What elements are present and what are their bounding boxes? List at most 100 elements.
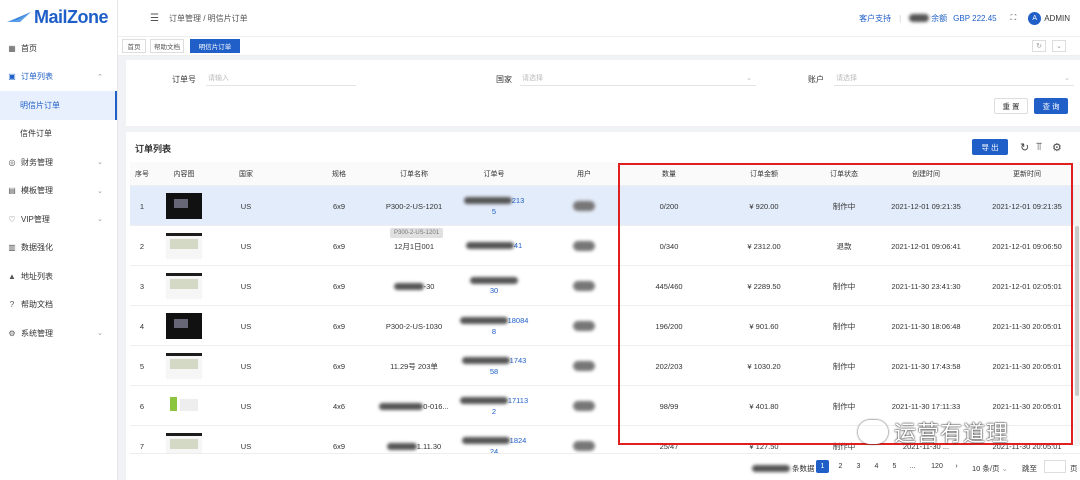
- sidebar-item-8[interactable]: ▲ 地址列表: [0, 262, 117, 291]
- menu-toggle-icon[interactable]: ☰: [150, 13, 159, 24]
- col-quantity-header: 数量: [662, 171, 676, 178]
- chevron-up-icon: ⌃: [97, 73, 103, 81]
- content-thumbnail[interactable]: [166, 393, 202, 419]
- sidebar-item-10[interactable]: ⚙ 系统管理 ⌄: [0, 319, 117, 348]
- updated-time: 2021-11-30 20:05:01: [992, 361, 1062, 371]
- col-order-no: 213 5: [454, 186, 534, 226]
- col-image-header: 内容图: [173, 171, 195, 178]
- submenu-item-2[interactable]: 明信片订单: [0, 91, 117, 120]
- row-index: 7: [139, 441, 145, 451]
- content-thumbnail[interactable]: [166, 273, 202, 299]
- col-size: 6x9: [304, 186, 374, 226]
- column-height-icon[interactable]: ⫪: [1036, 141, 1042, 154]
- data-icon: ▥: [8, 243, 16, 253]
- page-size-select[interactable]: 10 条/页 ⌄: [972, 462, 1008, 474]
- order-no-link[interactable]: 17113 2: [459, 396, 528, 416]
- country-value: US: [240, 441, 252, 451]
- content-thumbnail[interactable]: [166, 233, 202, 259]
- table-row[interactable]: 3 US 6x9 -30 30 445/460 ¥ 2289.50 制作中 2021-11-30…: [130, 266, 1080, 306]
- content-thumbnail[interactable]: [166, 353, 202, 379]
- fullscreen-icon[interactable]: ⛶: [1011, 13, 1017, 23]
- col-order-no: 1824 24: [454, 426, 534, 453]
- quantity-value: 202/203: [655, 361, 683, 371]
- order-no-link[interactable]: 30: [470, 277, 518, 295]
- status-value: 制作中: [832, 321, 856, 331]
- page-ellipsis[interactable]: ...: [906, 460, 919, 473]
- sidebar-item-7[interactable]: ▥ 数据强化: [0, 234, 117, 263]
- order-name-value: 11.29号 203单: [390, 361, 438, 371]
- refresh-tab-icon[interactable]: ↻: [1032, 40, 1046, 52]
- order-no-link[interactable]: 41: [465, 241, 522, 252]
- page-5[interactable]: 5: [888, 460, 901, 473]
- row-index: 4: [139, 321, 145, 331]
- sidebar-item-0[interactable]: ▦ 首页: [0, 34, 117, 63]
- table-scrollbar[interactable]: [1074, 186, 1080, 446]
- sidebar-item-1[interactable]: ▣ 订单列表 ⌃: [0, 63, 117, 92]
- page-4[interactable]: 4: [870, 460, 883, 473]
- support-link[interactable]: 客户支持: [859, 13, 891, 24]
- col-index: 3: [130, 266, 154, 306]
- sidebar-item-6[interactable]: ♡ VIP管理 ⌄: [0, 205, 117, 234]
- next-page-icon[interactable]: ›: [950, 460, 963, 473]
- col-country: US: [214, 346, 278, 386]
- amount-value: ¥ 127.50: [749, 441, 779, 451]
- gear-icon: ⚙: [8, 328, 16, 338]
- tab-help[interactable]: 帮助文档: [150, 39, 184, 53]
- gear-icon[interactable]: ⚙: [1052, 141, 1062, 154]
- export-button[interactable]: 导 出: [972, 139, 1008, 155]
- table-row[interactable]: 5 US 6x9 11.29号 203单 1743 58 202/203 ¥ 1030.20 制…: [130, 346, 1080, 386]
- country-value: US: [240, 401, 252, 411]
- sidebar-item-label: 财务管理: [21, 157, 53, 167]
- logo[interactable]: MailZone: [0, 0, 117, 34]
- content-thumbnail[interactable]: [166, 313, 202, 339]
- col-quantity: 0/200: [624, 186, 714, 226]
- order-no-link[interactable]: 213 5: [463, 196, 524, 216]
- table-row[interactable]: 4 US 6x9 P300-2-US-1030 18084 8 196/200 ¥ 901.6…: [130, 306, 1080, 346]
- page-2[interactable]: 2: [834, 460, 847, 473]
- sidebar-item-9[interactable]: ? 帮助文档: [0, 291, 117, 320]
- sidebar-item-4[interactable]: ◎ 财务管理 ⌄: [0, 148, 117, 177]
- col-image: [154, 306, 214, 346]
- reset-button[interactable]: 重 置: [994, 98, 1028, 114]
- col-amount-header: 订单金额: [750, 171, 778, 178]
- tab-home[interactable]: 首页: [122, 39, 146, 53]
- content-thumbnail[interactable]: [166, 193, 202, 219]
- user-menu[interactable]: A ADMIN: [1028, 11, 1070, 25]
- order-no-link[interactable]: 18084 8: [459, 316, 528, 336]
- template-icon: ▤: [8, 186, 16, 196]
- col-order-name: 11.29号 203单: [374, 346, 454, 386]
- size-value: 6x9: [332, 281, 346, 291]
- col-created: 2021-12-01 09:21:35: [874, 186, 978, 226]
- order-no-input[interactable]: 请输入: [206, 71, 356, 86]
- col-amount: ¥ 901.60: [714, 306, 814, 346]
- country-select[interactable]: 请选择 ⌄: [520, 71, 756, 86]
- balance: 余额 GBP 222.45: [909, 13, 997, 24]
- tab-postcard-orders[interactable]: 明信片订单: [190, 39, 240, 53]
- col-amount: ¥ 920.00: [714, 186, 814, 226]
- refresh-icon[interactable]: ↻: [1020, 141, 1029, 154]
- watermark-text: 运营有道理: [894, 421, 1010, 446]
- table-row[interactable]: 2 US 6x9 12月1日001 41 0/340 ¥ 2312.00 退款 2021-12-…: [130, 226, 1080, 266]
- search-button[interactable]: 查 询: [1034, 98, 1068, 114]
- content-thumbnail[interactable]: [166, 433, 202, 453]
- order-no-part: 30: [489, 286, 499, 295]
- page-120[interactable]: 120: [928, 460, 946, 473]
- sidebar-item-label: 模板管理: [21, 186, 53, 196]
- chevron-down-icon[interactable]: ⌄: [1052, 40, 1066, 52]
- page-1[interactable]: 1: [816, 460, 829, 473]
- table-row[interactable]: 1 US 6x9 P300-2-US-1201 213 5 0/200 ¥ 920.00 制作中…: [130, 186, 1080, 226]
- sidebar-item-5[interactable]: ▤ 模板管理 ⌄: [0, 177, 117, 206]
- col-country: US: [214, 426, 278, 453]
- calendar-icon: ▣: [8, 72, 16, 82]
- submenu-item-3[interactable]: 信件订单: [0, 120, 117, 149]
- user-select[interactable]: 请选择 ⌄: [834, 71, 1074, 86]
- scrollbar-thumb[interactable]: [1075, 226, 1079, 396]
- page-3[interactable]: 3: [852, 460, 865, 473]
- goto-page-input[interactable]: [1044, 460, 1066, 473]
- col-order-name: P300-2-US-1030: [374, 306, 454, 346]
- order-no-link[interactable]: 1743 58: [461, 356, 526, 376]
- quantity-value: 0/200: [659, 201, 679, 211]
- order-no-line: 213: [463, 196, 524, 205]
- order-no-link[interactable]: 1824 24: [461, 436, 526, 453]
- order-name-value: 0-016...: [423, 401, 449, 411]
